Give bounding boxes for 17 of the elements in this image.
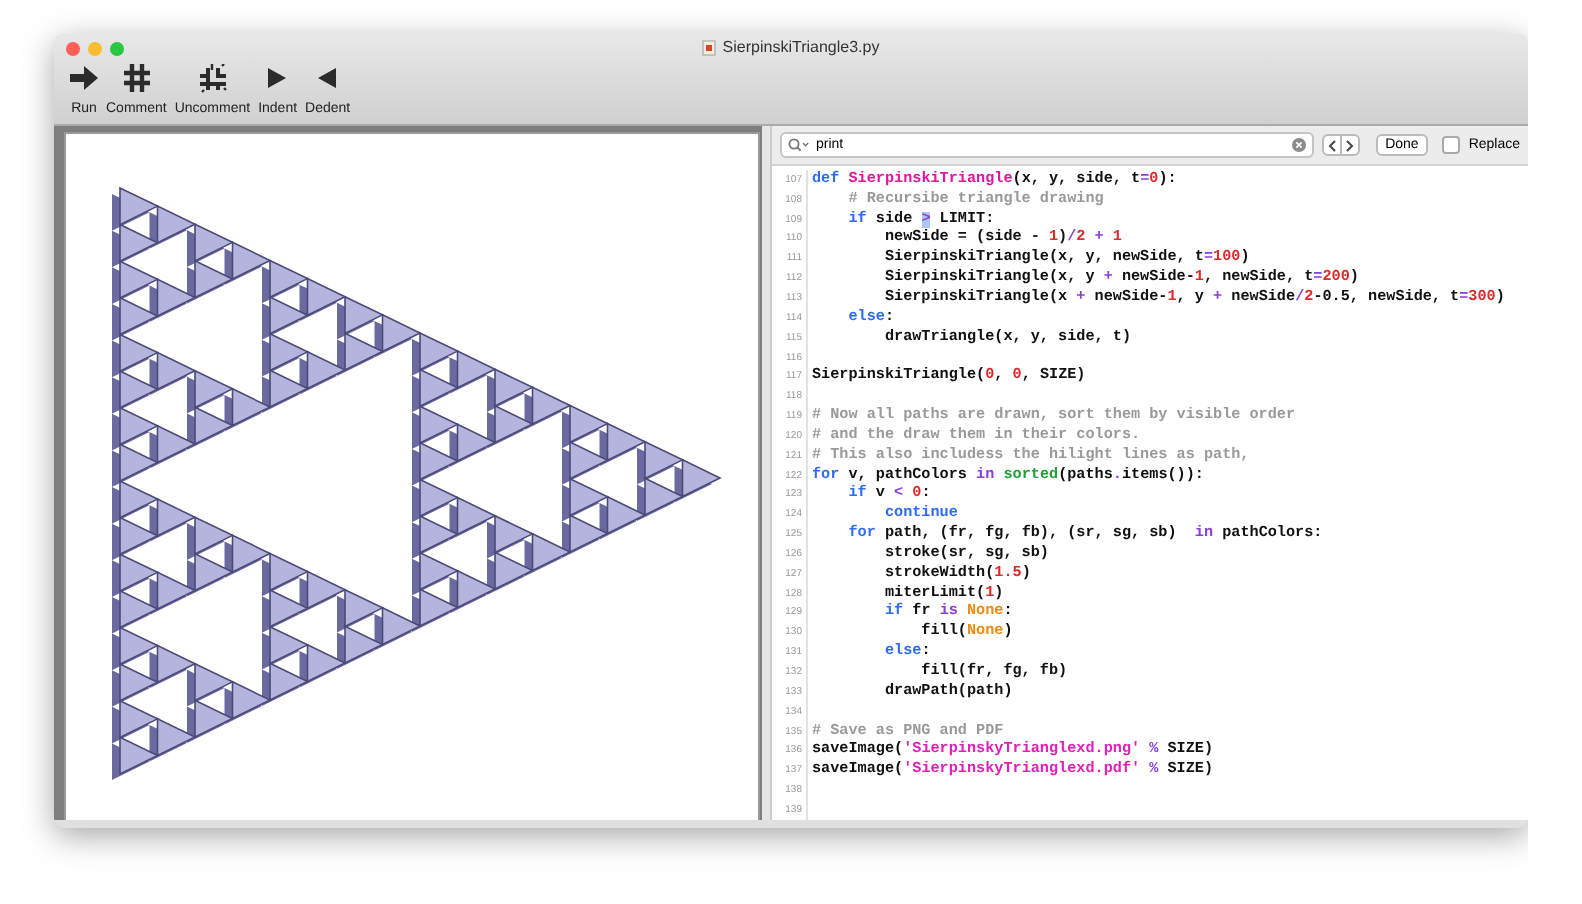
zoom-button[interactable] xyxy=(110,41,124,55)
replace-checkbox[interactable] xyxy=(1442,136,1461,154)
previous-button[interactable] xyxy=(1323,136,1340,154)
broken-hash-icon xyxy=(197,63,228,93)
hash-icon xyxy=(123,64,150,92)
python-file-icon xyxy=(702,39,717,55)
next-button[interactable] xyxy=(1339,136,1358,154)
chevron-right-icon xyxy=(1345,139,1354,151)
window-title: SierpinskiTriangle3.py xyxy=(722,38,880,56)
clear-icon[interactable] xyxy=(1291,138,1306,152)
left-triangle-icon xyxy=(318,68,337,88)
chevron-left-icon xyxy=(1327,139,1336,151)
minimize-button[interactable] xyxy=(88,41,102,55)
arrow-icon xyxy=(70,66,98,90)
close-button[interactable] xyxy=(66,41,80,55)
right-triangle-icon xyxy=(268,68,287,88)
search-icon xyxy=(788,138,810,152)
